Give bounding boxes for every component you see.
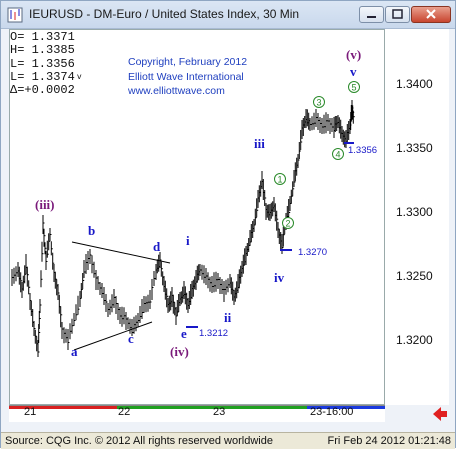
- svg-text:1: 1: [277, 175, 282, 185]
- circle-5: 5: [348, 81, 360, 93]
- svg-text:3: 3: [316, 98, 321, 108]
- circle-1: 1: [274, 173, 286, 185]
- svg-text:5: 5: [351, 83, 356, 93]
- svg-text:4: 4: [335, 150, 340, 160]
- svg-text:2: 2: [285, 219, 290, 229]
- subwave-circles: 1 2 3 4 5: [274, 81, 360, 229]
- circle-2: 2: [282, 217, 294, 229]
- circle-4: 4: [332, 148, 344, 160]
- circle-3: 3: [313, 96, 325, 108]
